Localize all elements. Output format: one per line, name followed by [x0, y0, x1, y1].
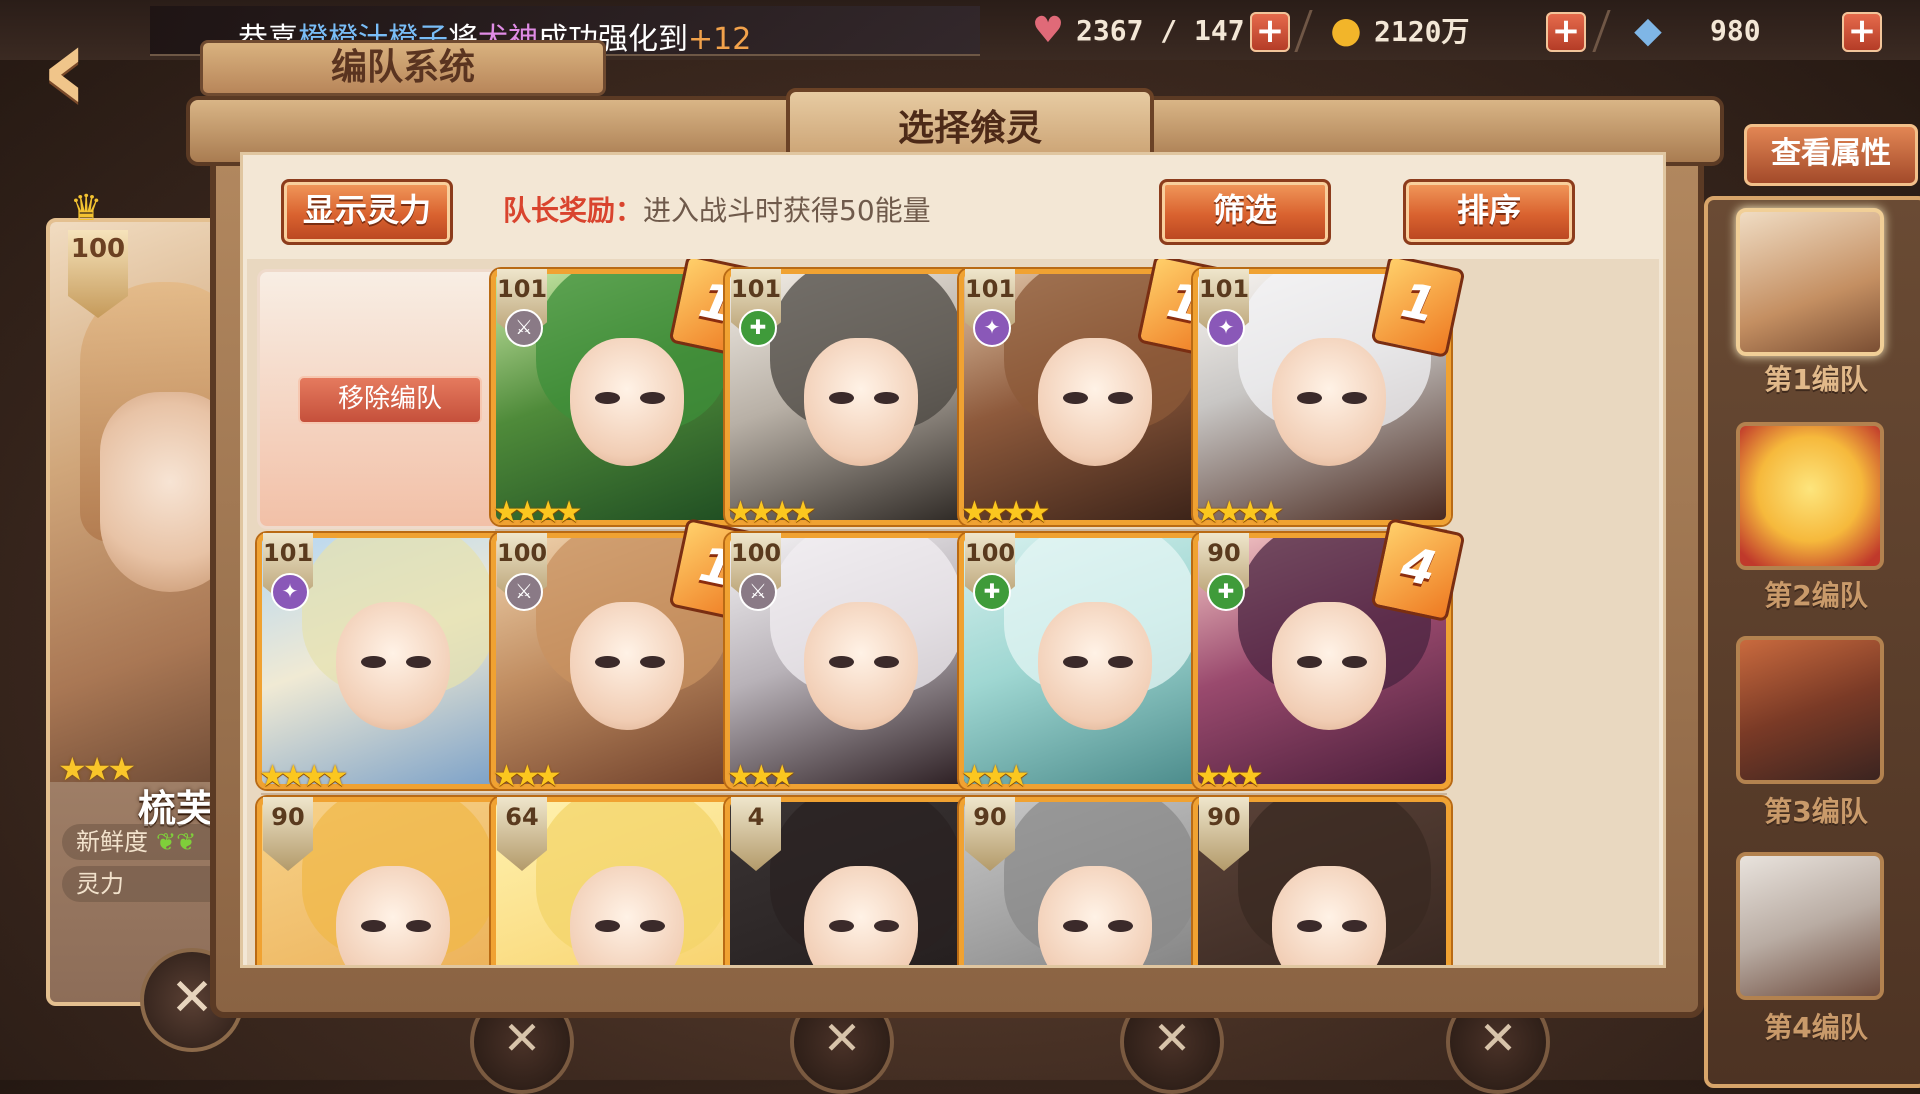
team-1-label[interactable]: 第1编队	[1708, 358, 1920, 398]
portrait-face	[804, 337, 919, 466]
leader-stars: ★★★	[58, 750, 136, 788]
star-rating: ★★★★	[259, 759, 349, 794]
divider	[1592, 10, 1611, 52]
team-4-label[interactable]: 第4编队	[1708, 1006, 1920, 1046]
spirit-card[interactable]: 90	[257, 797, 517, 965]
star-rating: ★★★★	[1195, 495, 1285, 530]
back-arrow-icon: ‹	[40, 0, 90, 139]
dialog-toolbar: 显示灵力 队长奖励： 进入战斗时获得50能量 筛选 排序	[243, 155, 1663, 255]
portrait-face	[570, 865, 685, 965]
add-stamina-button[interactable]: +	[1250, 12, 1290, 52]
attack-type-icon: ⚔	[505, 573, 543, 611]
team-list: 第1编队 第2编队 第3编队 第4编队	[1704, 196, 1920, 1088]
stamina-display: ♥ 2367 / 147	[1026, 9, 1245, 51]
page-title: 编队系统	[200, 40, 606, 96]
select-spirit-dialog: 选择飨灵 显示灵力 队长奖励： 进入战斗时获得50能量 筛选 排序 移除编队 1…	[186, 88, 1724, 1018]
crystal-value: 980	[1710, 13, 1761, 47]
star-rating: ★★★	[961, 759, 1030, 794]
leaf-icon: ❦❦	[156, 828, 197, 856]
magic-type-icon: ✦	[1207, 309, 1245, 347]
team-1-thumbnail[interactable]	[1736, 208, 1884, 356]
portrait-face	[570, 337, 685, 466]
heal-type-icon: ✚	[1207, 573, 1245, 611]
remove-slot[interactable]: 移除编队	[257, 269, 517, 529]
portrait-face	[336, 865, 451, 965]
magic-type-icon: ✦	[271, 573, 309, 611]
portrait-face	[804, 865, 919, 965]
team-2-thumbnail[interactable]	[1736, 422, 1884, 570]
spirit-card[interactable]: 64	[491, 797, 751, 965]
star-rating: ★★★★	[493, 495, 583, 530]
view-attributes-button[interactable]: 查看属性	[1744, 124, 1918, 186]
remove-from-team-button[interactable]: 移除编队	[298, 376, 482, 424]
spirit-grid: 移除编队 101⚔1★★★★竹筒饭101✚★★★★宝贝儿子101✦1★★★★安。…	[247, 259, 1659, 965]
add-crystal-button[interactable]: +	[1842, 12, 1882, 52]
power-label: 灵力	[76, 870, 124, 898]
heal-type-icon: ✚	[739, 309, 777, 347]
add-gold-button[interactable]: +	[1546, 12, 1586, 52]
portrait-face	[570, 601, 685, 730]
stamina-value: 2367 / 147	[1076, 13, 1245, 47]
portrait-face	[1272, 337, 1387, 466]
team-2-label[interactable]: 第2编队	[1708, 574, 1920, 614]
portrait-face	[804, 601, 919, 730]
spirit-card[interactable]: 4	[725, 797, 985, 965]
freshness-label: 新鲜度	[76, 828, 148, 856]
portrait-face	[1038, 601, 1153, 730]
team-3-thumbnail[interactable]	[1736, 636, 1884, 784]
portrait-face	[1272, 865, 1387, 965]
leader-bonus-label: 队长奖励：	[503, 194, 644, 227]
gold-coin-icon: ●	[1330, 9, 1362, 51]
filter-button[interactable]: 筛选	[1159, 179, 1331, 245]
star-rating: ★★★	[727, 759, 796, 794]
gold-value: 2120万	[1374, 15, 1470, 48]
portrait-face	[1272, 601, 1387, 730]
crystal-display: ◆ 980	[1626, 9, 1761, 51]
gold-display: ● 2120万	[1324, 9, 1470, 51]
ticker-level: +12	[688, 22, 752, 57]
crown-icon: ♛	[70, 188, 103, 229]
sort-button[interactable]: 排序	[1403, 179, 1575, 245]
attack-type-icon: ⚔	[505, 309, 543, 347]
team-4-thumbnail[interactable]	[1736, 852, 1884, 1000]
dialog-body: 显示灵力 队长奖励： 进入战斗时获得50能量 筛选 排序 移除编队 101 ⚔ 1 ★…	[240, 152, 1666, 968]
spirit-card[interactable]: 90	[1193, 797, 1453, 965]
star-rating: ★★★	[1195, 759, 1264, 794]
back-button[interactable]: ‹	[40, 10, 160, 130]
crystal-icon: ◆	[1634, 9, 1662, 51]
copy-count-badge: 4	[1370, 517, 1466, 623]
star-rating: ★★★	[493, 759, 562, 794]
copy-count-badge: 1	[1370, 259, 1466, 359]
portrait-face	[1038, 865, 1153, 965]
heal-type-icon: ✚	[973, 573, 1011, 611]
attack-type-icon: ⚔	[739, 573, 777, 611]
heart-icon: ♥	[1031, 9, 1065, 51]
portrait-face	[336, 601, 451, 730]
divider	[1294, 10, 1313, 52]
portrait-face	[1038, 337, 1153, 466]
team-3-label[interactable]: 第3编队	[1708, 790, 1920, 830]
star-rating: ★★★★	[961, 495, 1051, 530]
magic-type-icon: ✦	[973, 309, 1011, 347]
spirit-card[interactable]: 90	[959, 797, 1219, 965]
show-power-button[interactable]: 显示灵力	[281, 179, 453, 245]
leader-bonus-text: 进入战斗时获得50能量	[643, 194, 931, 227]
star-rating: ★★★★	[727, 495, 817, 530]
